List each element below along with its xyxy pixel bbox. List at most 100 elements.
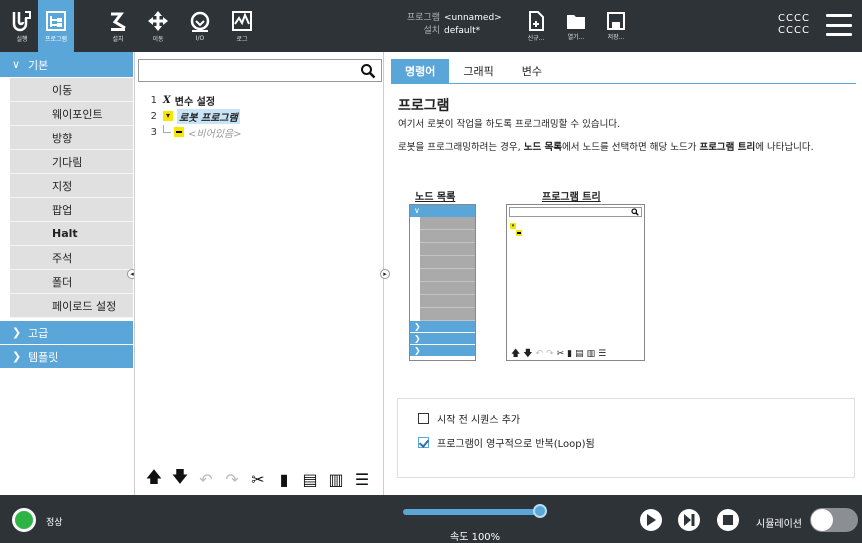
tab-installation-label: 설치 (112, 35, 124, 43)
tree-row[interactable]: 2 ▾ 로봇 프로그램 (143, 108, 240, 124)
chevron-right-icon: ❯ (12, 326, 22, 339)
empty-node-icon (516, 230, 522, 236)
move-down-icon: 🡇 (523, 348, 533, 359)
new-file-icon (529, 10, 544, 31)
instruction-node-list: 노드 목록 (523, 142, 562, 153)
tab-graphics[interactable]: 그래픽 (449, 59, 507, 83)
tab-move[interactable]: 이동 (143, 0, 173, 52)
move-down-icon[interactable]: 🡇 (170, 467, 190, 489)
program-options: 시작 전 시퀀스 추가 프로그램이 영구적으로 반복(Loop)됨 (397, 398, 855, 478)
tab-underline (391, 83, 856, 84)
category-templates[interactable]: ❯ 템플릿 (0, 345, 133, 369)
loop-forever-checkbox[interactable] (418, 437, 429, 448)
user-line-1: CCCC (778, 13, 810, 24)
tab-move-label: 이동 (152, 35, 164, 43)
tab-io-label: I/O (195, 34, 205, 42)
tree-row[interactable]: 3 <비어있음> (143, 124, 242, 140)
tree-branch-line (163, 125, 171, 133)
category-basic[interactable]: ∨ 기본 (0, 52, 133, 78)
delete-icon[interactable]: ▥ (326, 469, 346, 489)
sidebar-item-wait[interactable]: 기다림 (10, 150, 133, 174)
node-list-illustration: ∨ ❯ ❯ ❯ (409, 204, 476, 361)
tab-log-label: 로그 (236, 35, 248, 43)
program-icon (46, 10, 66, 31)
paste-icon[interactable]: ▤ (300, 469, 320, 489)
tree-toolbar: 🡅 🡇 ↶ ↷ ✂ ▮ ▤ ▥ ☰ (138, 466, 381, 492)
sidebar-item-direction[interactable]: 방향 (10, 126, 133, 150)
redo-icon[interactable]: ↷ (222, 469, 242, 489)
robot-status-button[interactable] (12, 508, 36, 532)
program-tree-illustration-title: 프로그램 트리 (542, 192, 601, 203)
tab-program[interactable]: 프로그램 (38, 0, 74, 52)
save-file-label: 저장... (607, 33, 625, 41)
move-up-icon: 🡅 (511, 348, 521, 359)
copy-icon[interactable]: ▮ (274, 469, 294, 489)
illustration-item (420, 282, 475, 295)
sidebar-item-folder[interactable]: 폴더 (10, 270, 133, 294)
io-icon (190, 11, 210, 32)
stop-button[interactable] (717, 509, 739, 531)
step-button[interactable] (678, 509, 700, 531)
undo-icon: ↶ (535, 348, 544, 359)
chevron-down-icon: ∨ (410, 205, 475, 217)
suppress-icon[interactable]: ☰ (352, 469, 372, 489)
speed-label: 속도 100% (450, 532, 501, 543)
instruction-middle: 에서 노드를 선택하면 해당 노드가 (561, 142, 700, 153)
panel-tabs: 명령어 그래픽 변수 (391, 59, 556, 83)
sidebar-item-popup[interactable]: 팝업 (10, 198, 133, 222)
tree-row-number: 1 (150, 94, 157, 106)
open-file-button[interactable]: 열기... (560, 0, 592, 52)
option-add-before-start[interactable]: 시작 전 시퀀스 추가 (418, 411, 520, 426)
move-up-icon[interactable]: 🡅 (144, 467, 164, 489)
page-title: 프로그램 (398, 98, 450, 114)
sidebar-item-set-payload[interactable]: 페이로드 설정 (10, 294, 133, 318)
sidebar-item-waypoint[interactable]: 웨이포인트 (10, 102, 133, 126)
search-icon[interactable] (360, 63, 376, 79)
tree-row-number: 2 (150, 110, 157, 122)
hamburger-menu-icon[interactable] (826, 14, 852, 36)
save-file-button[interactable]: 저장... (600, 0, 632, 52)
tree-search-input[interactable] (138, 59, 382, 82)
tab-io[interactable]: I/O (184, 0, 216, 52)
page-description: 여기서 로봇이 작업을 하도록 프로그래밍할 수 있습니다. (398, 119, 621, 130)
tab-installation[interactable]: 설치 (104, 0, 132, 52)
user-id: CCCC CCCC (778, 13, 810, 37)
ur-logo: 실행 (6, 0, 38, 52)
file-info: 프로그램 <unnamed> 설치 default* (402, 12, 502, 38)
category-advanced-label: 고급 (28, 326, 49, 340)
expand-icon: ▾ (510, 223, 516, 229)
sidebar-item-comment[interactable]: 주석 (10, 246, 133, 270)
node-list-illustration-title: 노드 목록 (415, 192, 456, 203)
tree-collapse-handle[interactable]: ▸ (380, 269, 390, 279)
tab-command[interactable]: 명령어 (391, 59, 450, 83)
play-button[interactable] (640, 509, 662, 531)
delete-icon: ▥ (586, 348, 596, 359)
chevron-right-icon: ❯ (410, 333, 475, 345)
tree-row[interactable]: 1 X 변수 설정 (143, 92, 215, 108)
undo-icon[interactable]: ↶ (196, 469, 216, 489)
chevron-right-icon: ❯ (410, 345, 475, 357)
simulation-toggle[interactable] (810, 508, 858, 532)
sidebar-item-move[interactable]: 이동 (10, 78, 133, 102)
tab-log[interactable]: 로그 (226, 0, 258, 52)
instruction-text: 로봇을 프로그래밍하려는 경우, 노드 목록에서 노드를 선택하면 해당 노드가… (398, 142, 853, 153)
cut-icon[interactable]: ✂ (248, 469, 268, 489)
sidebar-item-halt[interactable]: Halt (10, 222, 133, 246)
speed-slider-track[interactable] (403, 509, 541, 515)
simulation-label: 시뮬레이션 (756, 519, 802, 530)
option-loop-forever[interactable]: 프로그램이 영구적으로 반복(Loop)됨 (418, 435, 595, 450)
speed-slider-handle[interactable] (533, 504, 547, 518)
copy-icon: ▮ (567, 348, 573, 359)
tab-run-label: 실행 (16, 35, 28, 43)
tab-variables[interactable]: 변수 (508, 59, 556, 83)
category-advanced[interactable]: ❯ 고급 (0, 321, 133, 345)
instruction-program-tree: 프로그램 트리 (699, 142, 756, 153)
paste-icon: ▤ (575, 348, 584, 359)
suppress-icon: ☰ (598, 348, 607, 359)
instruction-suffix: 에 나타납니다. (755, 142, 814, 153)
add-before-start-checkbox[interactable] (418, 413, 429, 424)
new-file-label: 신규... (527, 34, 545, 42)
new-file-button[interactable]: 신규... (520, 0, 552, 52)
sidebar-item-set[interactable]: 지정 (10, 174, 133, 198)
installation-icon (111, 12, 126, 31)
